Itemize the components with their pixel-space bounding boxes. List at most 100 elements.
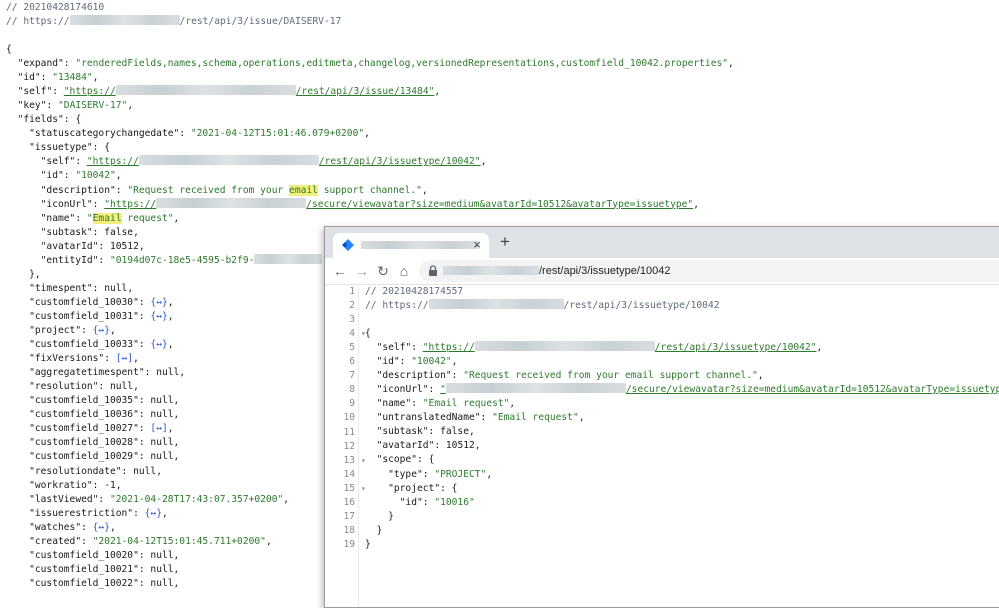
- line-number: 7: [349, 370, 355, 382]
- json-line: "issuerestriction": {↔},: [29, 507, 168, 519]
- json-key: "customfield_10020": [29, 549, 139, 561]
- timestamp-comment: // 20210428174610: [6, 2, 105, 13]
- gutter-divider: [358, 284, 359, 607]
- json-literal-value: 10512: [109, 240, 139, 252]
- json-separator: ,: [578, 412, 585, 424]
- line-number: 8: [349, 384, 355, 396]
- json-key: "type": [388, 468, 423, 480]
- new-tab-icon[interactable]: +: [500, 232, 510, 252]
- search-highlight: email: [289, 184, 318, 196]
- json-line: "entityId": "0194d07c-18e5-4595-b2f9-": [6, 253, 328, 268]
- browser-window: × + ← → ↻ ⌂ /rest/api/3/issuetype/10042 …: [324, 226, 999, 608]
- json-line: "description": "Request received from yo…: [40, 184, 428, 196]
- tab-strip: × +: [325, 227, 999, 258]
- json-key: "avatarId": [40, 240, 99, 252]
- string-part: "Request received from your: [127, 184, 290, 196]
- line-number-gutter: 1 2 3 4 ▾ 5 6 7 8 9 10 11 12 13 ▾ 14 15 ▾ 16 17 18 19: [325, 284, 365, 607]
- json-line: "customfield_10021": null,: [29, 563, 180, 575]
- jira-logo-icon: [342, 239, 354, 251]
- json-key: "customfield_10029": [29, 451, 139, 463]
- json-line: "resolutiondate": null,: [29, 465, 162, 477]
- json-key: "id": [376, 356, 400, 368]
- json-separator: ,: [156, 465, 162, 477]
- json-separator: ,: [133, 353, 139, 365]
- json-key: "untranslatedName": [376, 412, 481, 424]
- url-comment-suffix: /rest/api/3/issuetype/10042: [563, 300, 720, 311]
- json-literal-value: null: [150, 451, 174, 463]
- json-line: "scope": {: [376, 454, 435, 466]
- collapsed-object-toggle[interactable]: {↔}: [150, 339, 167, 350]
- collapsed-object-toggle[interactable]: {↔}: [150, 311, 167, 322]
- json-key: "id": [399, 496, 423, 508]
- json-key: "statuscategorychangedate": [29, 128, 180, 140]
- collapsed-object-toggle[interactable]: {↔}: [93, 522, 110, 533]
- json-separator: ,: [173, 563, 180, 575]
- link-prefix: "https://: [63, 86, 116, 98]
- redacted-host: [156, 197, 307, 208]
- address-bar[interactable]: /rest/api/3/issuetype/10042: [419, 260, 999, 282]
- collapsed-object-toggle[interactable]: [↔]: [116, 353, 133, 364]
- line-number: 3: [349, 314, 355, 326]
- json-separator: ,: [127, 282, 134, 294]
- json-line: "project": {↔},: [29, 325, 116, 336]
- json-key: "issuetype": [29, 142, 93, 154]
- json-line: "customfield_10029": null,: [29, 451, 180, 463]
- json-separator: ,: [173, 212, 180, 224]
- json-url-link[interactable]: "https:// /rest/api/3/issue/13484": [63, 85, 434, 98]
- json-key: "customfield_10035": [29, 395, 139, 407]
- home-icon[interactable]: ⌂: [395, 262, 413, 280]
- json-bracket: }: [388, 510, 394, 522]
- json-url-link[interactable]: "https:// /rest/api/3/issuetype/10042": [423, 341, 817, 353]
- json-literal-value: null: [150, 437, 174, 449]
- browser-tab[interactable]: ×: [333, 233, 489, 258]
- link-suffix: /secure/viewavatar?size=medium&avatarId=…: [625, 384, 999, 396]
- reload-icon[interactable]: ↻: [374, 262, 392, 280]
- collapsed-object-toggle[interactable]: {↔}: [93, 325, 110, 336]
- collapsed-object-toggle[interactable]: {↔}: [150, 297, 167, 308]
- json-line: },: [6, 268, 41, 282]
- json-line: }: [365, 524, 383, 538]
- json-key: "customfield_10028": [29, 437, 139, 449]
- json-separator: ,: [138, 240, 145, 252]
- line-number: 4: [349, 328, 355, 340]
- line-number: 9: [349, 398, 355, 410]
- json-key: "project": [388, 482, 441, 494]
- close-tab-icon[interactable]: ×: [473, 237, 481, 253]
- json-key: "customfield_10022": [29, 577, 139, 589]
- json-line: "expand": "renderedFields,names,schema,o…: [17, 58, 734, 70]
- forward-arrow-icon[interactable]: →: [353, 262, 371, 280]
- json-separator: ,: [173, 549, 180, 561]
- line-number: 15: [343, 482, 355, 494]
- json-separator: ,: [133, 226, 139, 238]
- timestamp-comment: // 20210428174557: [365, 286, 464, 297]
- json-separator: ,: [509, 398, 516, 410]
- json-line: "type": "PROJECT",: [388, 468, 493, 480]
- json-url-link[interactable]: "https:// /rest/api/3/issuetype/10042": [87, 155, 481, 167]
- json-key: "description": [376, 370, 452, 382]
- json-line: }: [365, 538, 371, 552]
- json-separator: ,: [474, 440, 481, 452]
- json-url-link[interactable]: "/secure/viewavatar?size=medium&avatarId…: [440, 383, 999, 396]
- json-line: "name": "Email request",: [376, 398, 516, 410]
- back-arrow-icon[interactable]: ←: [331, 262, 349, 280]
- json-key: "id": [17, 72, 41, 84]
- collapsed-object-toggle[interactable]: {↔}: [145, 508, 162, 519]
- json-literal-value: null: [104, 282, 128, 294]
- json-line: "created": "2021-04-12T15:01:45.711+0200…: [29, 535, 272, 547]
- json-line: "description": "Request received from yo…: [376, 370, 764, 382]
- json-line: "customfield_10028": null,: [29, 437, 180, 449]
- json-separator: ,: [469, 426, 475, 438]
- json-url-link[interactable]: "https:// /secure/viewavatar?size=medium&…: [104, 197, 693, 210]
- json-separator: ,: [167, 423, 174, 435]
- json-literal-value: null: [156, 367, 180, 379]
- collapsed-object-toggle[interactable]: [↔]: [150, 423, 167, 434]
- json-line: }: [365, 510, 394, 524]
- json-bracket: }: [376, 524, 383, 536]
- json-literal-value: false: [440, 426, 469, 438]
- json-key: "iconUrl": [40, 198, 93, 210]
- json-key: "description": [40, 184, 116, 196]
- json-key: "self": [17, 86, 53, 98]
- json-key: "customfield_10033": [29, 339, 139, 351]
- json-separator: ,: [728, 58, 734, 70]
- json-key: "resolution": [29, 381, 99, 393]
